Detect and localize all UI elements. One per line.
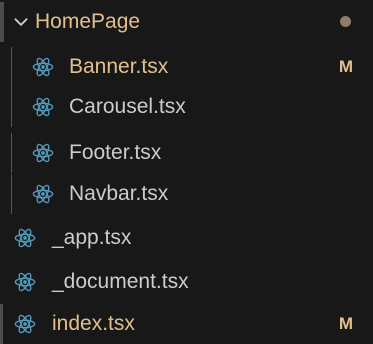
tree-item-navbar[interactable]: Navbar.tsx — [0, 174, 373, 214]
indent-guide — [11, 87, 12, 127]
file-label: _document.tsx — [52, 270, 189, 293]
react-icon — [14, 272, 36, 292]
file-label: index.tsx — [52, 312, 135, 335]
react-icon — [32, 184, 54, 204]
tree-item-app[interactable]: _app.tsx — [0, 218, 373, 258]
indent-guide — [11, 47, 12, 87]
react-icon — [14, 314, 36, 334]
modified-dot-icon — [340, 16, 351, 27]
tree-folder-homepage[interactable]: HomePage — [0, 2, 373, 42]
react-icon — [32, 57, 54, 77]
file-label: Navbar.tsx — [69, 182, 169, 205]
file-label: Banner.tsx — [69, 55, 169, 78]
react-icon — [32, 143, 54, 163]
tree-item-carousel[interactable]: Carousel.tsx — [0, 87, 373, 127]
chevron-down-icon[interactable] — [12, 13, 30, 31]
git-status-badge: M — [338, 57, 353, 76]
file-explorer: HomePage Banner.tsx M Carousel.tsx Foote… — [0, 0, 373, 344]
file-label: Carousel.tsx — [69, 95, 186, 118]
tree-item-footer[interactable]: Footer.tsx — [0, 133, 373, 173]
tree-item-index[interactable]: index.tsx M — [0, 304, 373, 344]
tree-item-document[interactable]: _document.tsx — [0, 262, 373, 302]
file-label: _app.tsx — [52, 226, 132, 249]
indent-guide — [11, 133, 12, 173]
react-icon — [14, 228, 36, 248]
tree-indent-edge — [0, 2, 4, 42]
git-status-badge: M — [338, 314, 353, 333]
react-icon — [32, 97, 54, 117]
folder-label: HomePage — [35, 10, 141, 33]
tree-indent-edge — [0, 304, 3, 344]
indent-guide — [11, 174, 12, 214]
file-label: Footer.tsx — [69, 141, 162, 164]
tree-item-banner[interactable]: Banner.tsx M — [0, 47, 373, 87]
